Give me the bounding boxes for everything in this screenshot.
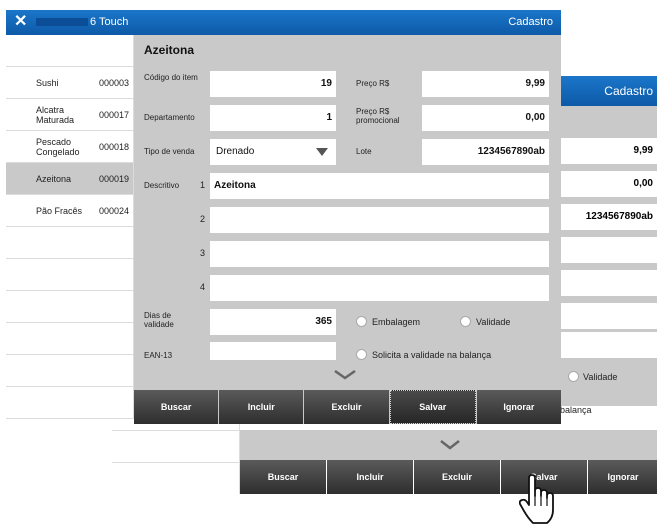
embalagem-radio[interactable]: Embalagem	[356, 316, 420, 327]
salvar-button[interactable]: Salvar	[389, 390, 476, 424]
list-item-blank	[6, 35, 134, 67]
line-number: 3	[200, 248, 206, 258]
codigo-label: Código do item	[144, 73, 198, 82]
preco-label: Preço R$	[356, 79, 390, 88]
ean-label: EAN-13	[144, 351, 173, 360]
line-number: 2	[200, 214, 206, 224]
chevron-down-icon	[440, 440, 460, 450]
validade-label: Validade	[476, 316, 511, 327]
redacted-text	[36, 18, 88, 26]
lote-label: Lote	[356, 147, 372, 156]
back-validade-label: Validade	[583, 371, 618, 382]
back-validade-radio[interactable]: Validade	[568, 371, 617, 382]
radio-icon	[568, 371, 579, 382]
list-item[interactable]	[6, 291, 134, 323]
list-item[interactable]	[6, 323, 134, 355]
buscar-button[interactable]: Buscar	[134, 390, 219, 424]
back-screen-title: Cadastro	[604, 84, 653, 98]
product-list: Sushi 000003 Alcatra Maturada 000017 Pes…	[6, 35, 134, 424]
back-balanca-text: balança	[560, 405, 592, 415]
back-excluir-button[interactable]: Excluir	[414, 460, 500, 494]
validade-radio[interactable]: Validade	[460, 316, 510, 327]
list-item[interactable]	[112, 430, 240, 462]
product-code: 000024	[99, 205, 130, 216]
back-incluir-button[interactable]: Incluir	[327, 460, 413, 494]
list-item[interactable]: Pão Fracês 000024	[6, 195, 134, 227]
back-field-blank-4[interactable]	[560, 332, 657, 358]
product-name: Pão Fracês	[36, 205, 83, 216]
preco-promo-input[interactable]: 0,00	[422, 105, 549, 131]
back-field-blank-2[interactable]	[560, 270, 657, 296]
line-number: 1	[200, 180, 206, 190]
solicita-label: Solicita a validade na balança	[372, 349, 492, 360]
line-number: 4	[200, 282, 206, 292]
incluir-button[interactable]: Incluir	[219, 390, 304, 424]
expand-area[interactable]	[134, 360, 561, 390]
tipo-venda-value: Drenado	[216, 146, 255, 157]
form-title: Azeitona	[144, 43, 195, 57]
product-form: Azeitona Código do item 19 Preço R$ 9,99…	[134, 35, 562, 424]
product-name: Sushi	[36, 77, 59, 88]
descritivo-label: Descritivo	[144, 181, 180, 190]
product-code: 000018	[99, 141, 130, 152]
ignorar-button[interactable]: Ignorar	[476, 390, 562, 424]
screen-title: Cadastro	[508, 16, 553, 28]
hand-pointer-icon	[519, 474, 554, 524]
list-item[interactable]	[6, 227, 134, 259]
descritivo-line-3[interactable]	[210, 241, 549, 267]
product-name: Pescado Congelado	[36, 136, 80, 157]
list-item[interactable]: Pescado Congelado 000018	[6, 131, 134, 163]
close-icon[interactable]: ✕	[14, 13, 27, 31]
list-item[interactable]	[6, 259, 134, 291]
button-bar: Buscar Incluir Excluir Salvar Ignorar	[134, 390, 562, 424]
list-item[interactable]: Alcatra Maturada 000017	[6, 99, 134, 131]
departamento-label: Departamento	[144, 113, 195, 122]
product-name: Azeitona	[36, 173, 72, 184]
chevron-down-icon	[334, 370, 356, 380]
radio-icon	[356, 349, 367, 360]
radio-icon	[460, 316, 471, 327]
product-code: 000017	[99, 109, 130, 120]
tipo-venda-label: Tipo de venda	[144, 147, 195, 156]
preco-promo-label: Preço R$ promocional	[356, 107, 400, 125]
back-field-blank-3[interactable]	[560, 303, 657, 329]
front-window: ✕ 6 Touch Cadastro Sushi 000003 Alcatra …	[6, 10, 562, 424]
titlebar: ✕ 6 Touch Cadastro	[6, 10, 561, 35]
departamento-input[interactable]: 1	[210, 105, 336, 131]
descritivo-line-1[interactable]: Azeitona	[210, 173, 549, 199]
excluir-button[interactable]: Excluir	[304, 390, 389, 424]
descritivo-line-4[interactable]	[210, 275, 549, 301]
preco-input[interactable]: 9,99	[422, 71, 549, 97]
lote-input[interactable]: 1234567890ab	[422, 139, 549, 165]
codigo-input[interactable]: 19	[210, 71, 336, 97]
list-item[interactable]	[112, 462, 240, 494]
back-titlebar: Cadastro	[560, 76, 657, 106]
embalagem-label: Embalagem	[372, 316, 421, 327]
list-item-selected[interactable]: Azeitona 000019	[6, 163, 134, 195]
radio-icon	[356, 316, 367, 327]
solicita-validade-radio[interactable]: Solicita a validade na balança	[356, 349, 491, 360]
back-buscar-button[interactable]: Buscar	[240, 460, 326, 494]
product-code: 000003	[99, 77, 130, 88]
back-field-blank-1[interactable]	[560, 237, 657, 263]
list-item[interactable]: Sushi 000003	[6, 67, 134, 99]
list-item[interactable]	[6, 355, 134, 387]
app-name: 6 Touch	[90, 16, 129, 28]
back-lote-field[interactable]: 1234567890ab	[560, 204, 657, 230]
product-code: 000019	[99, 173, 130, 184]
back-preco-field[interactable]: 9,99	[560, 138, 657, 164]
back-ignorar-button[interactable]: Ignorar	[588, 460, 657, 494]
list-item[interactable]	[6, 387, 134, 419]
back-expand-area[interactable]	[240, 430, 657, 460]
back-preco-promo-field[interactable]: 0,00	[560, 171, 657, 197]
dias-validade-input[interactable]: 365	[210, 309, 336, 335]
dias-validade-label: Dias de validade	[144, 311, 174, 329]
dropdown-arrow-icon	[316, 148, 328, 156]
tipo-venda-select[interactable]: Drenado	[210, 139, 336, 165]
back-button-bar: Buscar Incluir Excluir Salvar Ignorar	[240, 460, 657, 494]
product-name: Alcatra Maturada	[36, 104, 75, 125]
descritivo-line-2[interactable]	[210, 207, 549, 233]
